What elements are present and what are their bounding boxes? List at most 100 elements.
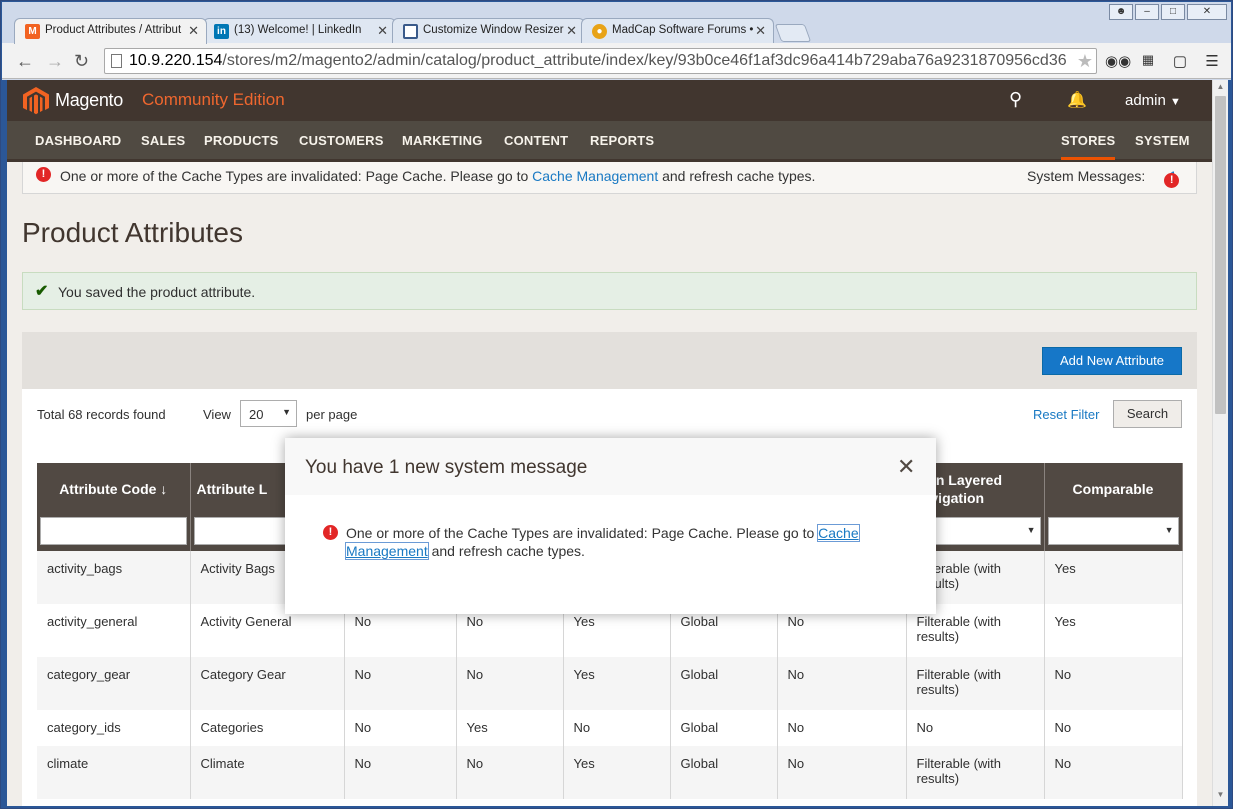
edition-label: Community Edition [142, 90, 285, 109]
message-text-end: and refresh cache types. [658, 168, 816, 184]
modal-text-end: and refresh cache types. [427, 543, 585, 559]
maximize-button[interactable]: □ [1161, 4, 1185, 20]
scrollbar-thumb[interactable] [1215, 96, 1226, 414]
browser-window: ☻ – □ ✕ M Product Attributes / Attribut … [0, 0, 1233, 809]
menu-item-marketing[interactable]: MARKETING [402, 133, 483, 148]
window-resizer-icon[interactable]: ▢ [1170, 52, 1190, 70]
qr-code-icon[interactable]: ▦ [1138, 52, 1158, 70]
minimize-button[interactable]: – [1135, 4, 1159, 20]
close-tab-icon[interactable]: ✕ [377, 23, 388, 39]
page-title: Product Attributes [22, 217, 244, 248]
scroll-down-arrow-icon[interactable]: ▼ [1213, 790, 1228, 804]
table-cell: activity_general [37, 604, 191, 657]
scroll-up-arrow-icon[interactable]: ▲ [1213, 82, 1228, 96]
close-icon[interactable]: ✕ [897, 454, 915, 480]
menu-item-customers[interactable]: CUSTOMERS [299, 133, 384, 148]
column-header-attribute-code[interactable]: Attribute Code ↓ [37, 463, 191, 515]
table-cell: Global [670, 746, 778, 799]
table-cell: Yes [563, 657, 671, 710]
system-messages-label: System Messages: [1027, 168, 1146, 184]
madcap-icon: ● [592, 24, 607, 39]
view-label: View [203, 407, 231, 422]
menu-item-products[interactable]: PRODUCTS [204, 133, 279, 148]
notification-bell-icon[interactable]: 🔔 [1067, 90, 1087, 110]
close-tab-icon[interactable]: ✕ [566, 23, 577, 39]
back-arrow-icon[interactable]: ← [16, 51, 34, 72]
modal-header: You have 1 new system message ✕ [285, 438, 936, 495]
system-message-modal: You have 1 new system message ✕ ! One or… [285, 438, 936, 614]
close-tab-icon[interactable]: ✕ [188, 23, 199, 39]
close-window-button[interactable]: ✕ [1187, 4, 1227, 20]
message-text-start: One or more of the Cache Types are inval… [60, 168, 533, 184]
table-row[interactable]: climate Climate No No Yes Global No Filt… [37, 746, 1183, 799]
add-new-attribute-button[interactable]: Add New Attribute [1042, 347, 1182, 375]
table-cell: climate [37, 746, 191, 799]
close-tab-icon[interactable]: ✕ [755, 23, 766, 39]
menu-item-content[interactable]: CONTENT [504, 133, 568, 148]
table-cell: category_ids [37, 710, 191, 746]
linkedin-icon: in [214, 24, 229, 39]
table-cell: Filterable (with results) [906, 657, 1045, 710]
table-cell: activity_bags [37, 551, 191, 604]
table-cell: No [344, 710, 457, 746]
comparable-filter-select[interactable]: ▼ [1047, 517, 1179, 545]
modal-message: One or more of the Cache Types are inval… [345, 524, 906, 560]
page-size-select[interactable]: 20 ▼ [240, 400, 297, 427]
magento-logo-icon[interactable] [23, 87, 49, 115]
menu-item-system[interactable]: SYSTEM [1135, 133, 1190, 148]
extension-glasses-icon[interactable]: ◉◉ [1105, 52, 1131, 70]
url-host: 10.9.220.154 [129, 52, 223, 69]
success-message: ✔ You saved the product attribute. [22, 272, 1197, 310]
table-cell: No [344, 657, 457, 710]
main-menu: DASHBOARD SALES PRODUCTS CUSTOMERS MARKE… [7, 121, 1212, 162]
reload-icon[interactable]: ↻ [74, 51, 89, 72]
browser-tab-window-resizer[interactable]: Customize Window Resizer ✕ [392, 18, 585, 44]
tab-title: (13) Welcome! | LinkedIn [234, 24, 362, 36]
profile-icon[interactable]: ☻ [1109, 4, 1133, 20]
chevron-down-icon: ▼ [1170, 96, 1181, 108]
chevron-down-icon: ▼ [1164, 525, 1174, 535]
menu-item-sales[interactable]: SALES [141, 133, 185, 148]
forward-arrow-icon[interactable]: → [46, 51, 64, 72]
bookmark-star-icon[interactable]: ★ [1077, 49, 1093, 73]
window-controls: ☻ – □ ✕ [1109, 4, 1227, 20]
table-cell: Yes [456, 710, 564, 746]
admin-user-menu[interactable]: admin ▼ [1125, 92, 1181, 109]
browser-tab-product-attributes[interactable]: M Product Attributes / Attribut ✕ [14, 18, 207, 44]
system-messages-counter[interactable]: System Messages:!1 [1027, 168, 1180, 188]
table-cell: No [906, 710, 1045, 746]
address-bar[interactable]: 10.9.220.154/stores/m2/magento2/admin/ca… [104, 48, 1097, 74]
table-cell: No [777, 710, 907, 746]
search-button[interactable]: Search [1113, 400, 1182, 428]
modal-text-start: One or more of the Cache Types are inval… [346, 525, 819, 541]
browser-tab-madcap[interactable]: ● MadCap Software Forums • ✕ [581, 18, 774, 44]
success-text: You saved the product attribute. [58, 284, 256, 300]
tab-title: Product Attributes / Attribut [45, 24, 182, 36]
error-icon: ! [323, 525, 338, 540]
reset-filter-link[interactable]: Reset Filter [1033, 407, 1099, 422]
attribute-code-filter-input[interactable] [40, 517, 187, 545]
table-cell: Filterable (with results) [906, 746, 1045, 799]
browser-tab-linkedin[interactable]: in (13) Welcome! | LinkedIn ✕ [203, 18, 396, 44]
table-row[interactable]: category_ids Categories No Yes No Global… [37, 710, 1183, 746]
table-cell: No [1044, 746, 1183, 799]
chevron-down-icon: ▼ [282, 407, 291, 417]
page-actions-bar: Add New Attribute [22, 332, 1197, 389]
table-row[interactable]: category_gear Category Gear No No Yes Gl… [37, 657, 1183, 710]
menu-item-reports[interactable]: REPORTS [590, 133, 654, 148]
page-size-value: 20 [249, 407, 264, 422]
table-cell: No [1044, 657, 1183, 710]
browser-toolbar: ← → ↻ 10.9.220.154/stores/m2/magento2/ad… [2, 43, 1231, 79]
url-path: /stores/m2/magento2/admin/catalog/produc… [222, 52, 1067, 69]
menu-item-stores[interactable]: STORES [1061, 133, 1116, 160]
cache-management-link[interactable]: Cache Management [532, 168, 658, 184]
checkmark-icon: ✔ [35, 283, 49, 300]
chrome-menu-icon[interactable]: ☰ [1202, 52, 1222, 70]
new-tab-button[interactable] [774, 24, 812, 42]
menu-item-dashboard[interactable]: DASHBOARD [35, 133, 121, 148]
table-cell: Categories [190, 710, 345, 746]
page-scrollbar[interactable]: ▲ ▼ [1212, 80, 1228, 806]
column-header-comparable[interactable]: Comparable [1044, 463, 1183, 515]
chevron-down-icon: ▼ [1026, 525, 1036, 535]
search-icon[interactable]: ⚲ [1009, 89, 1022, 110]
